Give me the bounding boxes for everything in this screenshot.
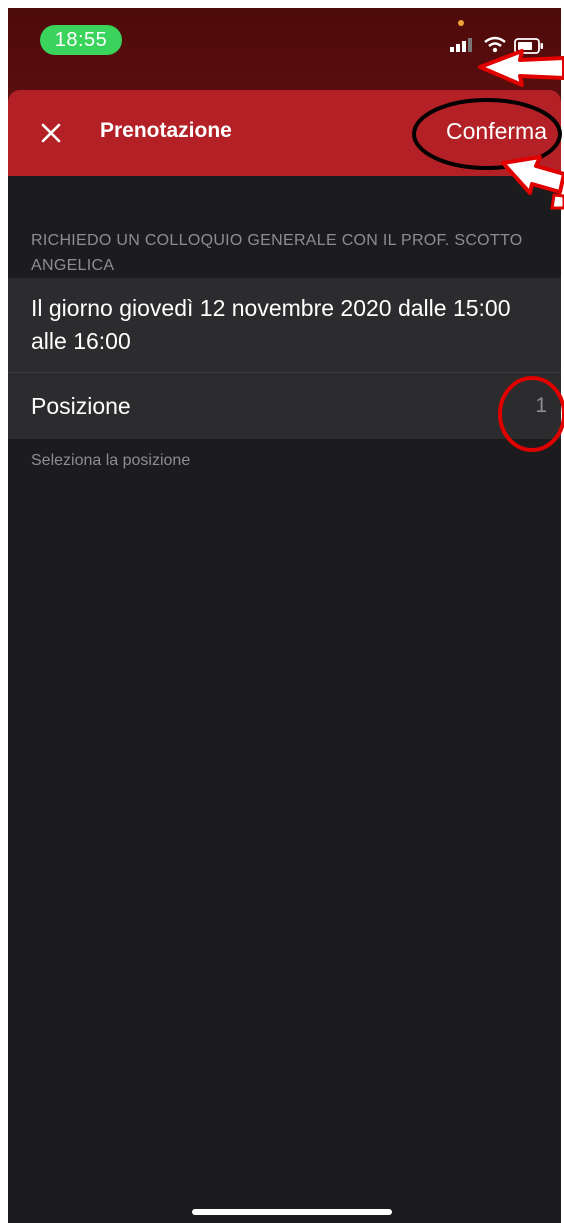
phone-screen: 18:55 Prenotazione Conferma RICHIEDO UN … — [8, 8, 561, 1223]
section-header: RICHIEDO UN COLLOQUIO GENERALE CON IL PR… — [31, 232, 523, 274]
home-indicator — [192, 1209, 392, 1215]
status-time: 18:55 — [40, 25, 122, 55]
position-row[interactable]: Posizione 1 — [8, 373, 561, 439]
close-button[interactable] — [34, 116, 68, 150]
position-value: 1 — [535, 394, 547, 417]
booking-modal: Prenotazione Conferma RICHIEDO UN COLLOQ… — [8, 90, 561, 1223]
confirm-button[interactable]: Conferma — [446, 118, 547, 145]
booking-details-group: Il giorno giovedì 12 novembre 2020 dalle… — [8, 278, 561, 439]
wifi-icon — [484, 36, 506, 53]
close-icon — [41, 123, 61, 143]
battery-icon — [514, 38, 543, 54]
date-row: Il giorno giovedì 12 novembre 2020 dalle… — [8, 278, 561, 373]
privacy-indicator-dot — [458, 20, 464, 26]
nav-bar: Prenotazione Conferma — [8, 90, 561, 176]
footer-note: Seleziona la posizione — [31, 452, 191, 469]
position-label: Posizione — [31, 392, 131, 419]
page-title: Prenotazione — [100, 119, 232, 142]
signal-icon — [450, 38, 472, 52]
